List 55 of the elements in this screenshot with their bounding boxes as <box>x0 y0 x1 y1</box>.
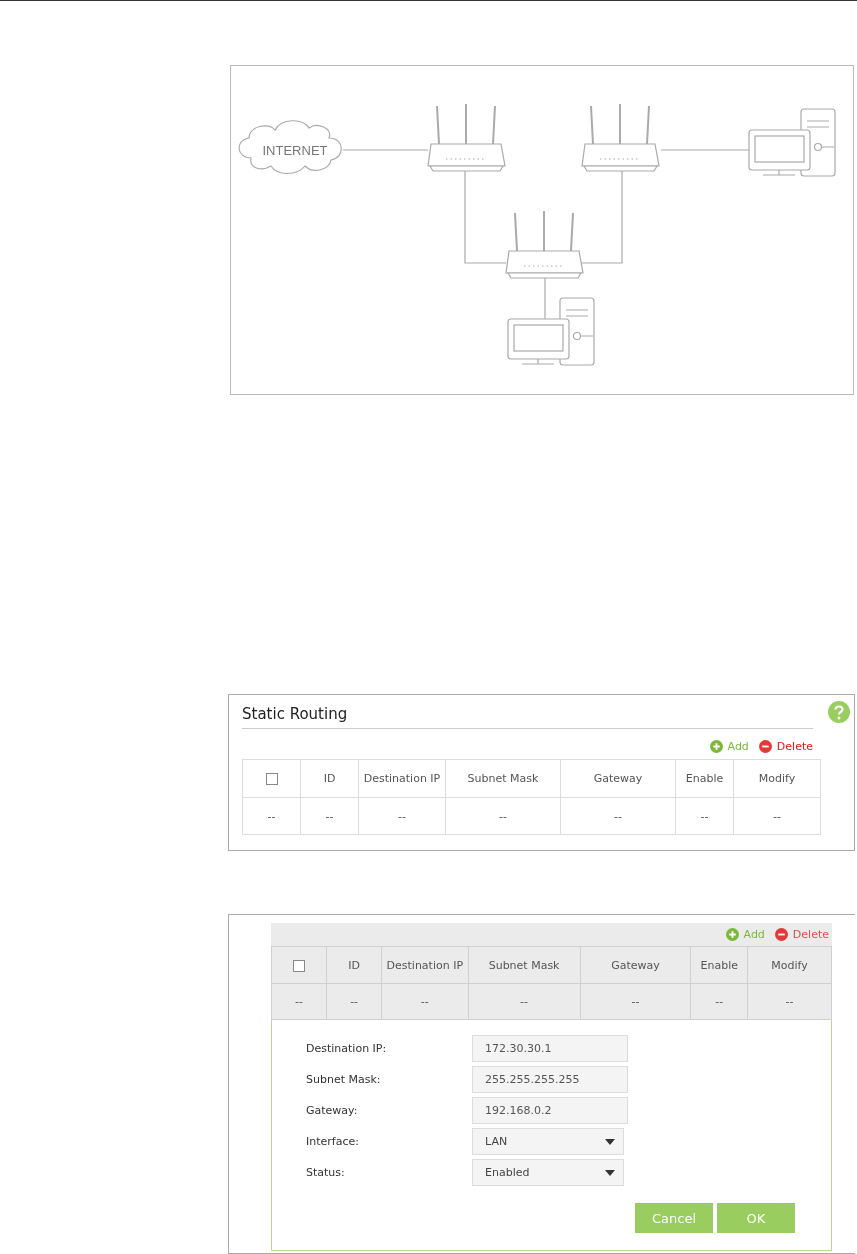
table-cell: -- <box>675 797 734 835</box>
plus-icon <box>725 928 739 941</box>
table-cell: -- <box>445 797 561 835</box>
field-label: Gateway: <box>306 1104 359 1117</box>
router-icon <box>505 210 584 279</box>
field-label: Interface: <box>306 1135 360 1148</box>
column-header: Gateway <box>580 946 691 984</box>
help-icon[interactable] <box>828 701 850 723</box>
computer-icon <box>507 297 595 366</box>
minus-icon <box>758 739 772 753</box>
column-header: Subnet Mask <box>468 946 581 984</box>
input-field[interactable]: 192.168.0.2 <box>472 1097 628 1124</box>
table-cell: -- <box>358 797 446 835</box>
panel-title: Static Routing <box>242 705 813 729</box>
column-header: Destination IP <box>358 759 446 798</box>
caret-icon <box>605 1138 615 1145</box>
field-label: Subnet Mask: <box>306 1073 382 1086</box>
delete-button[interactable]: Delete <box>774 928 829 941</box>
column-header: Subnet Mask <box>445 759 561 798</box>
field-label: Status: <box>306 1166 346 1179</box>
field-label: Destination IP: <box>306 1042 388 1055</box>
column-header: Enable <box>690 946 748 984</box>
delete-button[interactable]: Delete <box>758 739 813 753</box>
table-cell: -- <box>580 983 691 1020</box>
table-cell: -- <box>271 983 327 1020</box>
router-icon <box>427 103 506 172</box>
input-field[interactable]: 172.30.30.1 <box>472 1035 628 1062</box>
add-button[interactable]: Add <box>709 739 749 753</box>
table-cell: -- <box>468 983 581 1020</box>
input-field[interactable]: 255.255.255.255 <box>472 1066 628 1093</box>
column-header: ID <box>326 946 382 984</box>
column-header: Modify <box>747 946 832 984</box>
table-cell: -- <box>560 797 676 835</box>
table-cell: -- <box>747 983 832 1020</box>
column-header: ID <box>300 759 359 798</box>
dropdown[interactable]: Enabled <box>472 1159 624 1186</box>
internet-label: INTERNET <box>262 143 328 158</box>
select-all-checkbox[interactable] <box>293 959 306 972</box>
caret-icon <box>605 1169 615 1176</box>
table-cell: -- <box>381 983 468 1020</box>
computer-icon <box>748 108 836 177</box>
plus-icon <box>709 739 723 753</box>
select-all-checkbox[interactable] <box>265 773 278 785</box>
column-header: Modify <box>733 759 821 798</box>
minus-icon <box>774 928 788 941</box>
table-cell: -- <box>242 797 301 835</box>
table-cell: -- <box>690 983 748 1020</box>
column-header: Enable <box>675 759 734 798</box>
column-header: Destination IP <box>381 946 468 984</box>
dropdown[interactable]: LAN <box>472 1128 624 1155</box>
table-cell: -- <box>326 983 382 1020</box>
router-icon <box>581 103 660 172</box>
column-header: Gateway <box>560 759 676 798</box>
table-cell: -- <box>300 797 359 835</box>
table-cell: -- <box>733 797 821 835</box>
